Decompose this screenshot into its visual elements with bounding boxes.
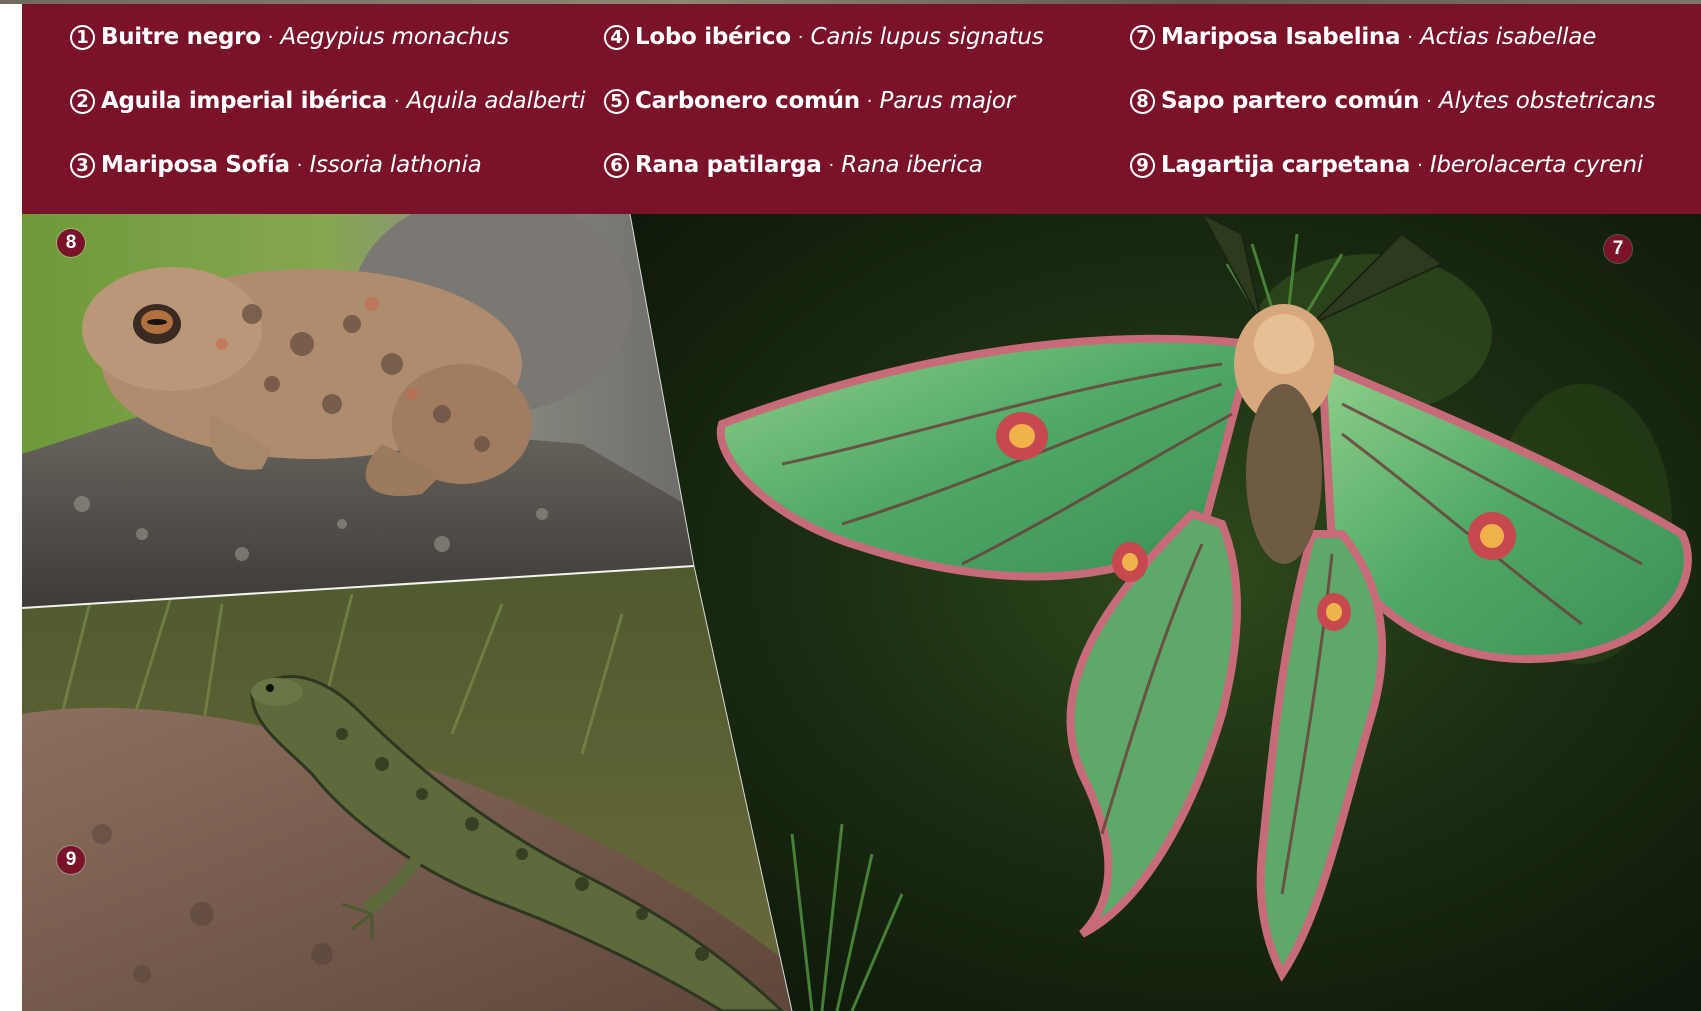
common-name: Mariposa Sofía	[101, 152, 290, 178]
number-badge: 7	[1130, 24, 1155, 50]
legend-item-8: 8 Sapo partero común · Alytes obstetrica…	[1130, 84, 1656, 118]
photo-collage: 8 9 7	[22, 214, 1701, 1011]
common-name: Carbonero común	[635, 88, 860, 114]
number-badge: 9	[1130, 152, 1155, 178]
number-badge: 6	[604, 152, 629, 178]
legend-item-9: 9 Lagartija carpetana · Iberolacerta cyr…	[1130, 148, 1643, 182]
number-badge: 3	[70, 152, 95, 178]
toad-photo	[22, 214, 694, 608]
separator: ·	[797, 26, 804, 48]
number-badge: 4	[604, 24, 629, 50]
separator: ·	[1417, 154, 1423, 176]
scientific-name: Actias isabellae	[1419, 24, 1597, 50]
legend-item-7: 7 Mariposa Isabelina · Actias isabellae	[1130, 20, 1596, 54]
legend-item-6: 6 Rana patilarga · Rana iberica	[604, 148, 983, 182]
scientific-name: Parus major	[879, 88, 1016, 114]
common-name: Rana patilarga	[635, 152, 822, 178]
common-name: Aguila imperial ibérica	[101, 88, 387, 114]
legend-item-1: 1 Buitre negro · Aegypius monachus	[70, 20, 509, 54]
separator: ·	[296, 154, 303, 176]
number-badge: 8	[1130, 88, 1155, 114]
number-badge: 5	[604, 88, 629, 114]
scientific-name: Iberolacerta cyreni	[1429, 152, 1644, 178]
separator: ·	[828, 154, 835, 176]
scientific-name: Alytes obstetricans	[1438, 88, 1656, 114]
common-name: Lobo ibérico	[635, 24, 791, 50]
photo-marker-moth: 7	[1604, 235, 1632, 263]
separator: ·	[866, 90, 873, 112]
legend-item-2: 2 Aguila imperial ibérica · Aquila adalb…	[70, 84, 586, 118]
guide-page: 1 Buitre negro · Aegypius monachus 2 Agu…	[0, 0, 1701, 1011]
separator: ·	[1426, 90, 1432, 112]
common-name: Lagartija carpetana	[1161, 152, 1411, 178]
common-name: Buitre negro	[101, 24, 261, 50]
lizard-photo	[22, 566, 792, 1011]
common-name: Sapo partero común	[1161, 88, 1420, 114]
scientific-name: Canis lupus signatus	[810, 24, 1044, 50]
photo-marker-lizard: 9	[57, 846, 85, 874]
number-badge: 2	[70, 88, 95, 114]
scientific-name: Aquila adalberti	[406, 88, 586, 114]
separator: ·	[267, 26, 274, 48]
photo-marker-toad: 8	[57, 229, 85, 257]
legend-item-3: 3 Mariposa Sofía · Issoria lathonia	[70, 148, 482, 182]
scientific-name: Issoria lathonia	[309, 152, 482, 178]
number-badge: 1	[70, 24, 95, 50]
legend-item-5: 5 Carbonero común · Parus major	[604, 84, 1015, 118]
legend-item-4: 4 Lobo ibérico · Canis lupus signatus	[604, 20, 1044, 54]
species-legend: 1 Buitre negro · Aegypius monachus 2 Agu…	[22, 4, 1701, 214]
collage-svg	[22, 214, 1701, 1011]
separator: ·	[1407, 26, 1413, 48]
separator: ·	[393, 90, 400, 112]
scientific-name: Aegypius monachus	[280, 24, 509, 50]
common-name: Mariposa Isabelina	[1161, 24, 1401, 50]
scientific-name: Rana iberica	[841, 152, 983, 178]
